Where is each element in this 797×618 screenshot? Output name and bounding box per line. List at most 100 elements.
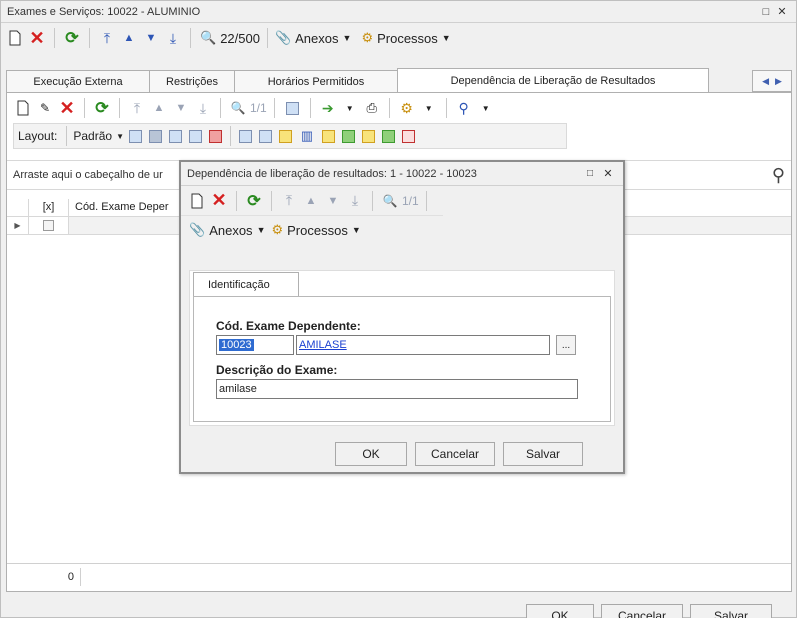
last-record-icon[interactable]: ⤓: [193, 97, 213, 119]
refresh-icon[interactable]: ⟳: [62, 27, 82, 49]
refresh-icon[interactable]: ⟳: [244, 190, 264, 212]
last-record-icon[interactable]: ⤓: [163, 27, 183, 49]
grid-sum-icon[interactable]: [259, 129, 272, 143]
anexos-label: Anexos: [209, 222, 253, 238]
toolbar-separator: [309, 98, 311, 118]
dialog-toolbar: ✕ ⟳ ⤒ ▲ ▼ ⤓ 🔍 1/1: [181, 186, 443, 216]
row-checkbox[interactable]: [43, 220, 54, 231]
columns-icon[interactable]: [169, 129, 182, 143]
gears-icon[interactable]: ⚙: [397, 97, 417, 119]
previous-record-icon[interactable]: ▲: [301, 190, 321, 212]
next-record-icon[interactable]: ▼: [323, 190, 343, 212]
dependency-dialog: Dependência de liberação de resultados: …: [179, 160, 625, 474]
dropdown-arrow-icon[interactable]: ▼: [476, 97, 496, 119]
next-record-icon[interactable]: ▼: [171, 97, 191, 119]
tab-execucao-externa[interactable]: Execução Externa: [6, 70, 150, 92]
search-icon[interactable]: ⚲: [772, 165, 785, 186]
tab-scroll-nav[interactable]: ◀ ▶: [752, 70, 792, 92]
delete-icon[interactable]: ✕: [57, 97, 77, 119]
layout-upload-icon[interactable]: [209, 129, 222, 143]
main-button-row: OK Cancelar Salvar: [526, 604, 772, 618]
find-icon[interactable]: 🔍: [380, 190, 400, 212]
cancel-button[interactable]: Cancelar: [415, 442, 495, 466]
ok-button[interactable]: OK: [526, 604, 594, 618]
tab-restricoes[interactable]: Restrições: [149, 70, 235, 92]
find-icon[interactable]: 🔍: [228, 97, 248, 119]
dropdown-arrow-icon[interactable]: ▼: [340, 97, 360, 119]
cancel-button[interactable]: Cancelar: [601, 604, 683, 618]
processos-menu[interactable]: ⚙ Processos ▼: [271, 222, 360, 238]
window-title: Exames e Serviços: 10022 - ALUMINIO: [7, 5, 201, 18]
tab-dependencia-liberacao[interactable]: Dependência de Liberação de Resultados: [397, 68, 709, 92]
close-icon[interactable]: ✕: [774, 5, 790, 18]
toolbar-separator: [271, 190, 272, 211]
toolbar-separator: [119, 98, 120, 118]
layout-copy-icon[interactable]: [149, 129, 162, 143]
anexos-menu[interactable]: 📎 Anexos ▼: [275, 30, 351, 46]
tab-right-arrow-icon[interactable]: ▶: [775, 76, 782, 87]
first-record-icon[interactable]: ⤒: [279, 190, 299, 212]
last-record-icon[interactable]: ⤓: [345, 190, 365, 212]
tab-identificacao[interactable]: Identificação: [193, 272, 299, 296]
view-option-2-icon[interactable]: [342, 129, 355, 143]
first-record-icon[interactable]: ⤒: [127, 97, 147, 119]
previous-record-icon[interactable]: ▲: [119, 27, 139, 49]
find-icon[interactable]: 🔍: [198, 27, 218, 49]
description-field[interactable]: amilase: [216, 379, 578, 399]
delete-icon[interactable]: ✕: [27, 27, 47, 49]
save-layout-icon[interactable]: [129, 129, 142, 143]
chart-icon[interactable]: ▥: [297, 125, 317, 147]
group-icon[interactable]: [189, 129, 202, 143]
delete-icon[interactable]: ✕: [209, 190, 229, 212]
new-record-icon[interactable]: [13, 97, 33, 119]
save-button[interactable]: Salvar: [690, 604, 772, 618]
anexos-menu[interactable]: 📎 Anexos ▼: [189, 222, 265, 238]
close-icon[interactable]: ✕: [599, 167, 617, 180]
dropdown-arrow-icon: ▼: [116, 131, 124, 141]
ok-button[interactable]: OK: [335, 442, 407, 466]
column-header-select[interactable]: [x]: [29, 199, 69, 216]
column-header-code[interactable]: Cód. Exame Deper: [69, 199, 169, 216]
toolbar-separator: [372, 190, 373, 211]
edit-icon[interactable]: ✎: [35, 97, 55, 119]
layout-preset-dropdown[interactable]: Padrão ▼: [73, 129, 124, 143]
dialog-menu-bar: 📎 Anexos ▼ ⚙ Processos ▼: [181, 216, 623, 244]
dropdown-arrow-icon[interactable]: ▼: [419, 97, 439, 119]
exam-name-field[interactable]: AMILASE: [296, 335, 550, 355]
code-field-value: 10023: [219, 339, 254, 351]
export-icon[interactable]: ➔: [318, 97, 338, 119]
group-by-hint: Arraste aqui o cabeçalho de ur: [13, 169, 163, 181]
layout-bar: Layout: Padrão ▼ ▥: [13, 123, 567, 149]
row-select-cell: [29, 217, 69, 234]
new-record-icon[interactable]: [187, 190, 207, 212]
grid-list-icon[interactable]: [239, 129, 252, 143]
print-icon[interactable]: ⎙: [362, 97, 382, 119]
refresh-icon[interactable]: ⟳: [92, 97, 112, 119]
new-record-icon[interactable]: [5, 27, 25, 49]
paperclip-icon: 📎: [274, 30, 292, 45]
text-format-icon[interactable]: [402, 129, 415, 143]
maximize-icon[interactable]: □: [758, 6, 774, 18]
toolbar-separator: [66, 126, 68, 146]
view-option-1-icon[interactable]: [322, 129, 335, 143]
exam-name-link[interactable]: AMILASE: [299, 339, 347, 351]
filter-icon[interactable]: ⚲: [454, 97, 474, 119]
maximize-icon[interactable]: □: [581, 168, 599, 179]
panel-toolbar: ✎ ✕ ⟳ ⤒ ▲ ▼ ⤓ 🔍 1/1 ➔ ▼ ⎙ ⚙ ▼ ⚲ ▼: [7, 93, 791, 123]
previous-record-icon[interactable]: ▲: [149, 97, 169, 119]
first-record-icon[interactable]: ⤒: [97, 27, 117, 49]
next-record-icon[interactable]: ▼: [141, 27, 161, 49]
view-option-3-icon[interactable]: [362, 129, 375, 143]
tab-horarios-permitidos[interactable]: Horários Permitidos: [234, 70, 398, 92]
calendar-icon[interactable]: [282, 97, 303, 119]
code-field[interactable]: 10023: [216, 335, 294, 355]
dropdown-arrow-icon: ▼: [441, 33, 451, 43]
dialog-title: Dependência de liberação de resultados: …: [187, 167, 477, 180]
lookup-button[interactable]: ...: [556, 335, 576, 355]
processos-menu[interactable]: ⚙ Processos ▼: [361, 30, 450, 46]
tab-left-arrow-icon[interactable]: ◀: [762, 76, 769, 87]
save-button[interactable]: Salvar: [503, 442, 583, 466]
grid-footer: 0: [7, 563, 791, 589]
highlight-icon[interactable]: [279, 129, 292, 143]
view-option-4-icon[interactable]: [382, 129, 395, 143]
